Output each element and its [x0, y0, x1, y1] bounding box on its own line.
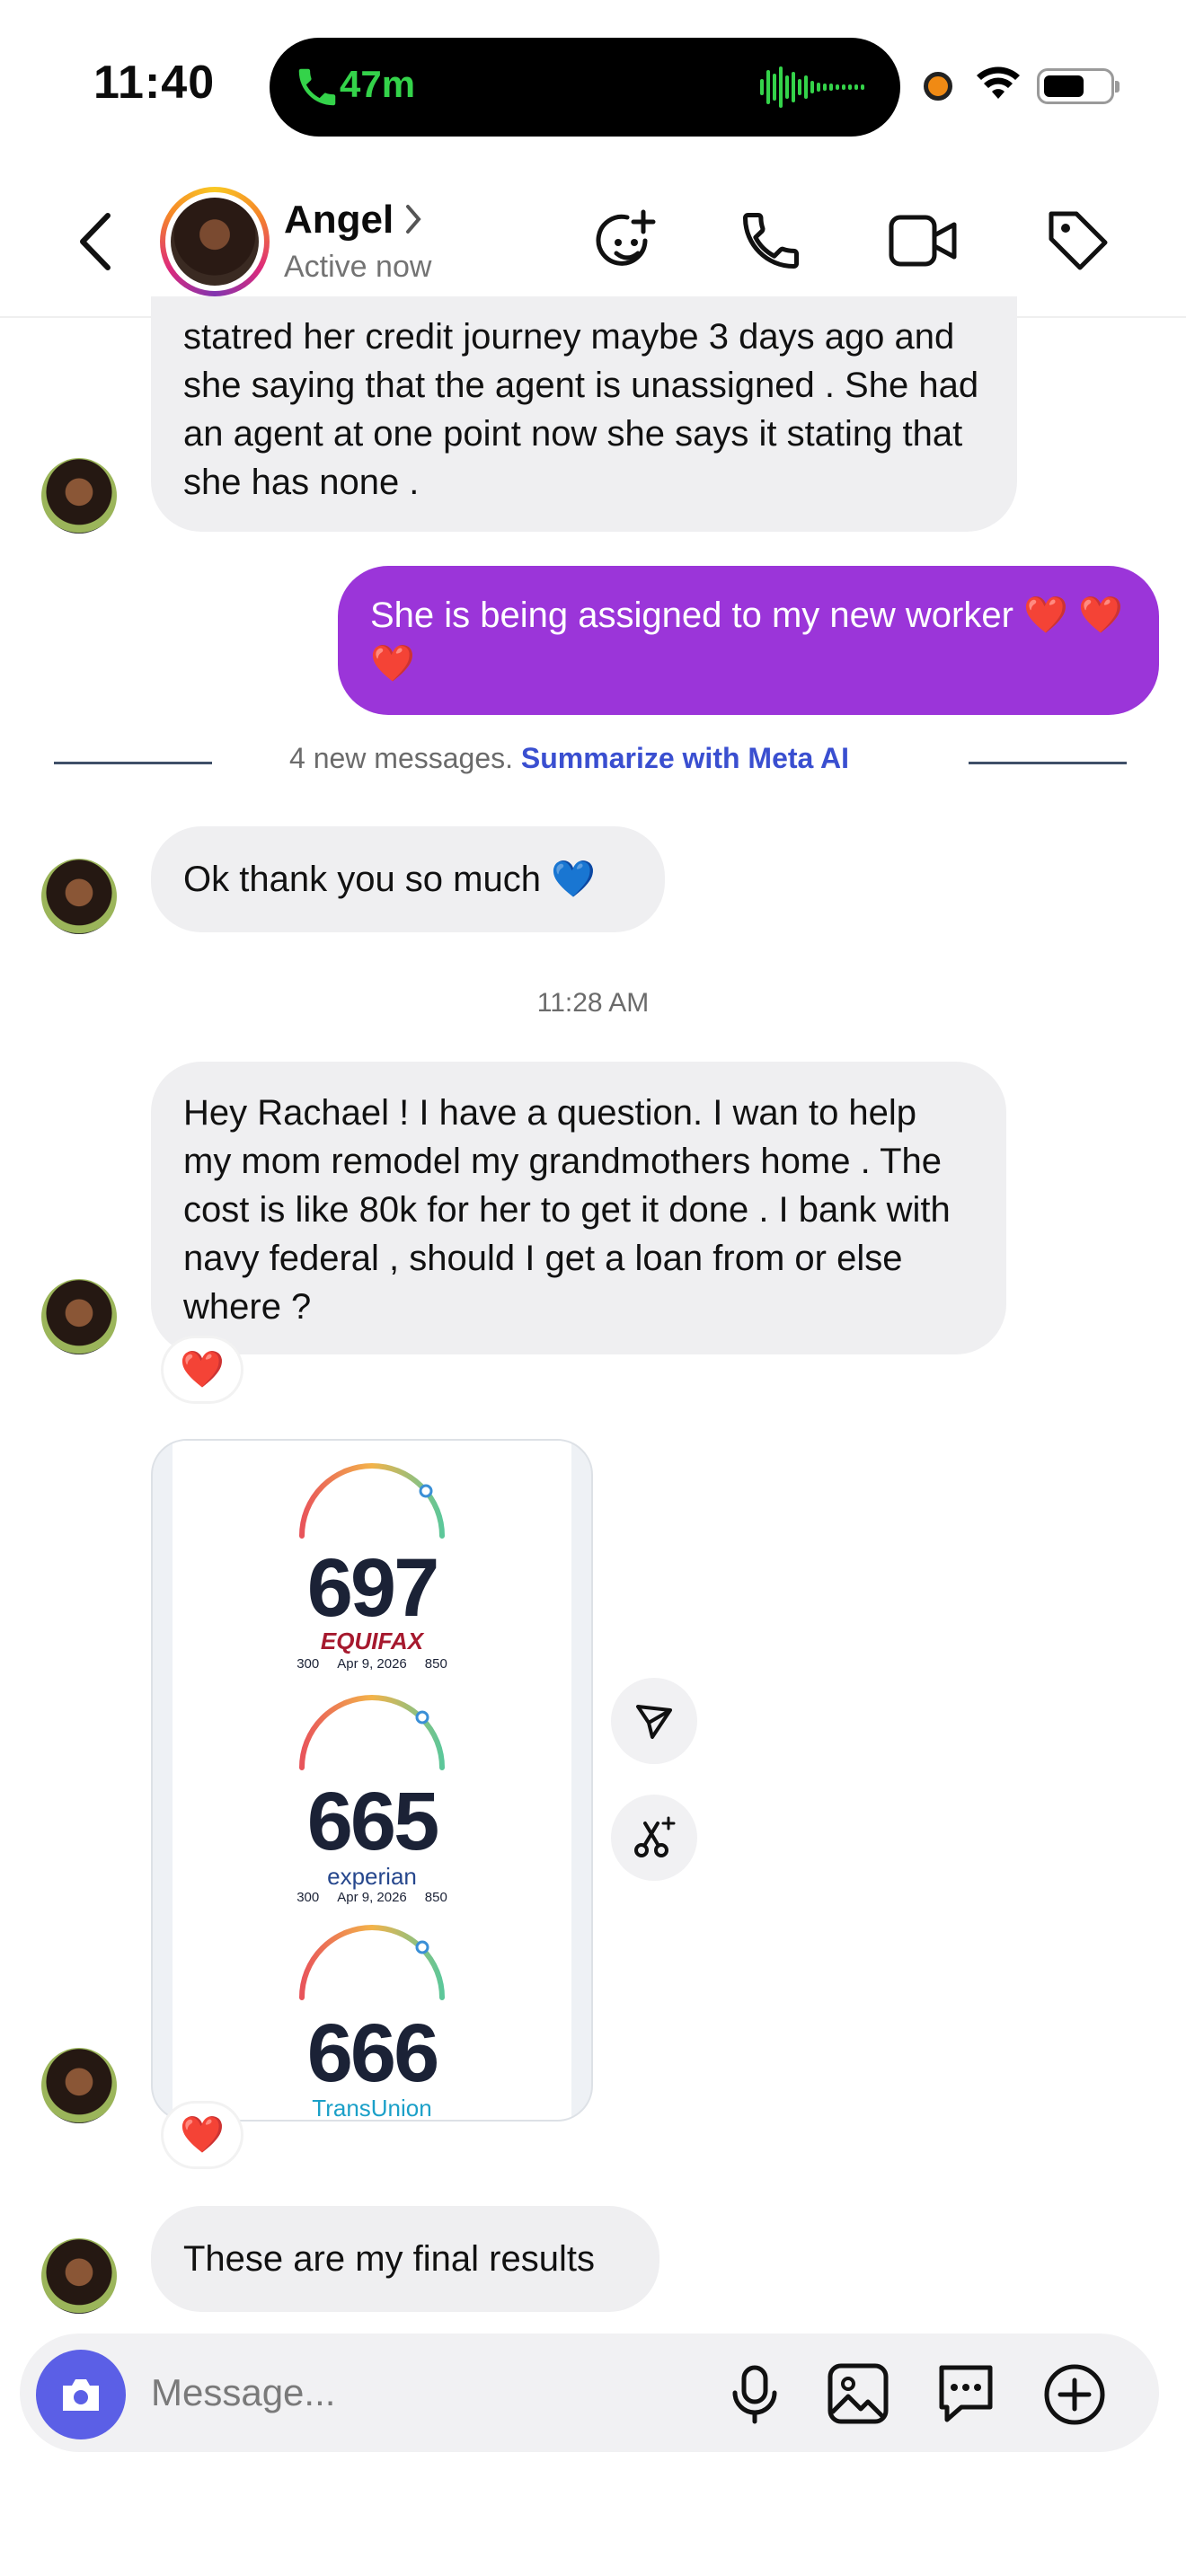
experian-range: 300 Apr 9, 2026 850: [296, 1890, 447, 1905]
video-call-icon[interactable]: [888, 207, 960, 275]
recording-indicator: [924, 72, 952, 101]
add-circle-icon[interactable]: [1042, 2362, 1107, 2427]
heart-reaction[interactable]: ❤️: [164, 1338, 241, 1401]
microphone-icon[interactable]: [730, 2364, 780, 2425]
phone-call-icon[interactable]: [737, 207, 805, 275]
sticker-add-icon[interactable]: [593, 207, 661, 275]
status-time: 11:40: [93, 57, 216, 109]
back-arrow-icon[interactable]: [75, 212, 115, 271]
new-messages-divider: 4 new messages. Summarize with Meta AI: [289, 742, 849, 775]
sender-avatar[interactable]: [41, 458, 117, 534]
message-bubble-sent[interactable]: She is being assigned to my new worker ❤…: [338, 566, 1159, 715]
message-text: Ok thank you so much 💙: [183, 860, 596, 899]
message-text: Hey Rachael ! I have a question. I wan t…: [183, 1093, 951, 1327]
sender-avatar[interactable]: [41, 2238, 117, 2314]
gallery-icon[interactable]: [827, 2362, 890, 2425]
message-bubble[interactable]: These are my final results: [151, 2206, 659, 2312]
equifax-range: 300 Apr 9, 2026 850: [296, 1656, 447, 1672]
send-icon: [636, 1705, 672, 1739]
phone-icon: [298, 68, 336, 106]
transunion-score: 666: [306, 2007, 440, 2099]
message-bubble[interactable]: statred her credit journey maybe 3 days …: [151, 296, 1017, 532]
message-text: These are my final results: [183, 2239, 595, 2279]
message-bubble[interactable]: Ok thank you so much 💙: [151, 826, 665, 932]
message-bubble[interactable]: Hey Rachael ! I have a question. I wan t…: [151, 1062, 1006, 1354]
wifi-icon: [977, 66, 1020, 99]
equifax-logo: EQUIFAX: [320, 1628, 424, 1654]
chevron-right-icon[interactable]: [403, 203, 424, 235]
sender-avatar[interactable]: [41, 1279, 117, 1354]
audio-wave-icon: [760, 66, 864, 108]
battery-icon: [1037, 68, 1120, 104]
summarize-meta-ai-link[interactable]: Summarize with Meta AI: [521, 742, 849, 774]
scissors-sparkle-icon: [634, 1816, 676, 1857]
new-messages-count: 4 new messages.: [289, 742, 514, 774]
contact-name[interactable]: Angel: [284, 198, 394, 243]
message-text: statred her credit journey maybe 3 days …: [183, 317, 979, 502]
score-gauge-icon: [299, 1925, 445, 2000]
call-duration: 47m: [340, 63, 416, 105]
sender-avatar[interactable]: [41, 859, 117, 934]
divider-line-left: [54, 762, 212, 764]
ai-edit-button[interactable]: [611, 1795, 697, 1881]
equifax-score: 697: [306, 1542, 440, 1634]
experian-logo: experian: [327, 1863, 417, 1890]
experian-score: 665: [306, 1776, 440, 1867]
camera-button[interactable]: [36, 2350, 126, 2439]
score-gauge-icon: [299, 1463, 445, 1539]
camera-icon: [63, 2379, 99, 2411]
tag-icon[interactable]: [1044, 207, 1112, 275]
message-text: She is being assigned to my new worker ❤…: [370, 595, 1123, 684]
share-button[interactable]: [611, 1678, 697, 1764]
message-input[interactable]: Message...: [151, 2371, 335, 2414]
score-gauge-icon: [299, 1695, 445, 1770]
sender-avatar[interactable]: [41, 2048, 117, 2123]
message-timestamp: 11:28 AM: [536, 988, 650, 1018]
credit-score-image[interactable]: 697 EQUIFAX 300 Apr 9, 2026 850 665 experi…: [151, 1439, 593, 2122]
dynamic-island-call[interactable]: 47m: [270, 38, 900, 137]
divider-line-right: [969, 762, 1127, 764]
avatar[interactable]: [160, 187, 270, 296]
active-status: Active now: [284, 250, 432, 284]
heart-reaction[interactable]: ❤️: [164, 2104, 241, 2166]
credit-report-paper: 697 EQUIFAX 300 Apr 9, 2026 850 665 experi…: [173, 1441, 571, 2120]
sticker-message-icon[interactable]: [934, 2362, 997, 2425]
